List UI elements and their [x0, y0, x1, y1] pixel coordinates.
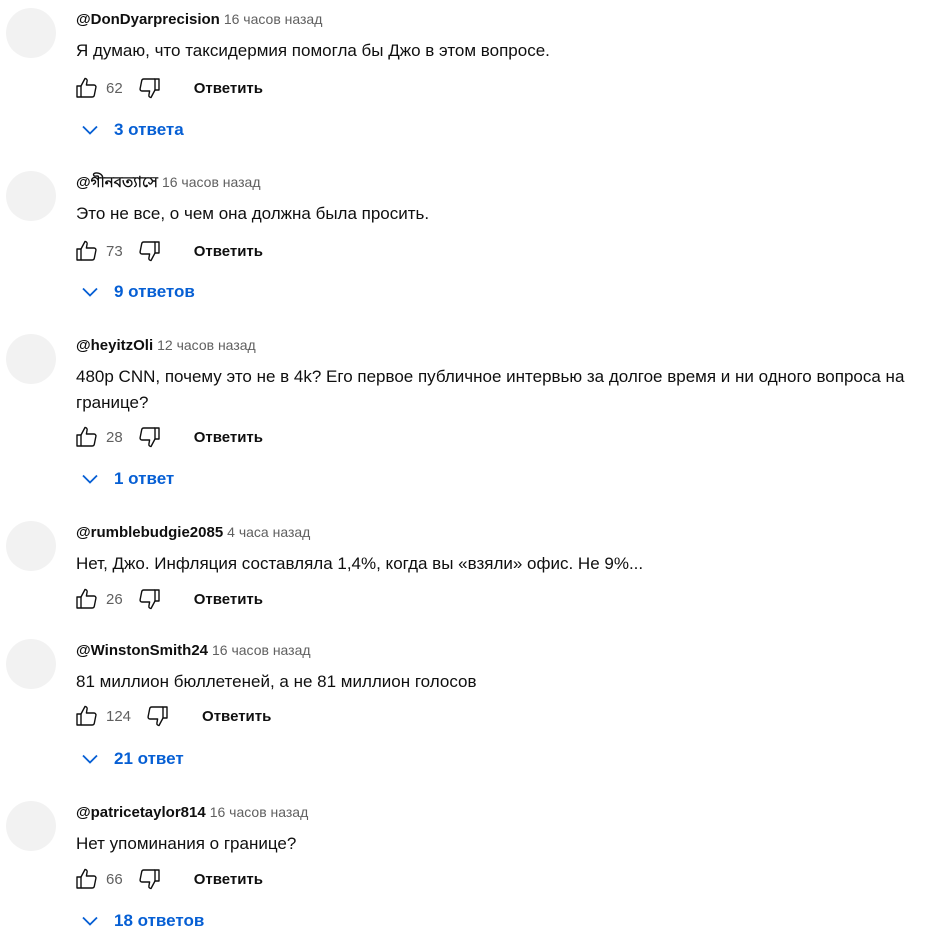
comment-author[interactable]: @গীনবত্যাসে	[76, 174, 158, 191]
comment-actions: 124 Ответить	[74, 702, 271, 730]
thumb-down-icon	[139, 241, 160, 262]
avatar[interactable]	[6, 8, 56, 58]
like-count: 66	[106, 870, 123, 888]
comment-header: @গীনবত্যাসে 16 часов назад	[76, 172, 261, 193]
replies-count[interactable]: 18 ответов	[114, 911, 204, 931]
thumb-up-icon	[76, 77, 97, 98]
dislike-button[interactable]	[144, 703, 170, 729]
thumb-down-icon	[139, 869, 160, 890]
dislike-button[interactable]	[136, 75, 162, 101]
replies-count[interactable]: 9 ответов	[114, 282, 195, 302]
comment-time[interactable]: 16 часов назад	[162, 174, 261, 190]
dislike-button[interactable]	[136, 586, 162, 612]
thumb-up-icon	[76, 588, 97, 609]
thumb-down-icon	[147, 706, 168, 727]
comment-time[interactable]: 16 часов назад	[210, 804, 309, 820]
comment-actions: 73 Ответить	[74, 237, 263, 265]
avatar[interactable]	[6, 521, 56, 571]
thumb-up-icon	[76, 426, 97, 447]
view-replies-button[interactable]: 3 ответа	[80, 116, 184, 144]
thumb-down-icon	[139, 427, 160, 448]
comment-author[interactable]: @heyitzOli	[76, 337, 153, 354]
comment-time[interactable]: 16 часов назад	[224, 11, 323, 27]
view-replies-button[interactable]: 18 ответов	[80, 907, 204, 935]
chevron-down-icon	[82, 125, 98, 135]
dislike-button[interactable]	[136, 866, 162, 892]
like-count: 73	[106, 242, 123, 260]
like-button[interactable]	[74, 424, 100, 450]
replies-count[interactable]: 21 ответ	[114, 749, 184, 769]
comment-time[interactable]: 12 часов назад	[157, 337, 256, 353]
thumb-down-icon	[139, 589, 160, 610]
like-button[interactable]	[74, 238, 100, 264]
reply-button[interactable]: Ответить	[194, 871, 263, 888]
dislike-button[interactable]	[136, 238, 162, 264]
avatar[interactable]	[6, 801, 56, 851]
replies-count[interactable]: 1 ответ	[114, 469, 174, 489]
like-count: 28	[106, 428, 123, 446]
reply-button[interactable]: Ответить	[202, 708, 271, 725]
like-count: 124	[106, 707, 132, 725]
comment-author[interactable]: @DonDyarprecision	[76, 11, 220, 28]
like-button[interactable]	[74, 586, 100, 612]
comment-header: @WinstonSmith24 16 часов назад	[76, 640, 311, 661]
comment-author[interactable]: @patricetaylor814	[76, 804, 206, 821]
reply-button[interactable]: Ответить	[194, 80, 263, 97]
chevron-down-icon	[82, 474, 98, 484]
avatar[interactable]	[6, 639, 56, 689]
view-replies-button[interactable]: 9 ответов	[80, 278, 195, 306]
comment-text: Нет, Джо. Инфляция составляла 1,4%, когд…	[76, 554, 644, 573]
chevron-down-icon	[82, 754, 98, 764]
comment-text: 480p CNN, почему это не в 4k? Его первое…	[76, 367, 905, 412]
thumb-up-icon	[76, 705, 97, 726]
comment-header: @DonDyarprecision 16 часов назад	[76, 9, 322, 30]
comment-time[interactable]: 4 часа назад	[227, 524, 310, 540]
like-button[interactable]	[74, 866, 100, 892]
chevron-down-icon	[82, 287, 98, 297]
comment-actions: 28 Ответить	[74, 423, 263, 451]
comment-text: 81 миллион бюллетеней, а не 81 миллион г…	[76, 672, 477, 691]
dislike-button[interactable]	[136, 424, 162, 450]
thumb-up-icon	[76, 868, 97, 889]
avatar[interactable]	[6, 171, 56, 221]
view-replies-button[interactable]: 1 ответ	[80, 465, 174, 493]
thumb-up-icon	[76, 240, 97, 261]
like-count: 62	[106, 79, 123, 97]
like-button[interactable]	[74, 703, 100, 729]
thumb-down-icon	[139, 78, 160, 99]
reply-button[interactable]: Ответить	[194, 429, 263, 446]
reply-button[interactable]: Ответить	[194, 243, 263, 260]
comment-header: @rumblebudgie2085 4 часа назад	[76, 522, 310, 543]
chevron-down-icon	[82, 916, 98, 926]
avatar[interactable]	[6, 334, 56, 384]
comment-text: Нет упоминания о границе?	[76, 834, 297, 853]
like-count: 26	[106, 590, 123, 608]
comment-actions: 26 Ответить	[74, 585, 263, 613]
replies-count[interactable]: 3 ответа	[114, 120, 184, 140]
comment-author[interactable]: @WinstonSmith24	[76, 642, 208, 659]
comment-text: Это не все, о чем она должна была просит…	[76, 204, 430, 223]
view-replies-button[interactable]: 21 ответ	[80, 745, 184, 773]
comment-header: @heyitzOli 12 часов назад	[76, 335, 256, 356]
comment-header: @patricetaylor814 16 часов назад	[76, 802, 308, 823]
comment-actions: 66 Ответить	[74, 865, 263, 893]
comment-author[interactable]: @rumblebudgie2085	[76, 524, 223, 541]
comment-actions: 62 Ответить	[74, 74, 263, 102]
like-button[interactable]	[74, 75, 100, 101]
comment-time[interactable]: 16 часов назад	[212, 642, 311, 658]
reply-button[interactable]: Ответить	[194, 591, 263, 608]
comment-text: Я думаю, что таксидермия помогла бы Джо …	[76, 41, 550, 60]
